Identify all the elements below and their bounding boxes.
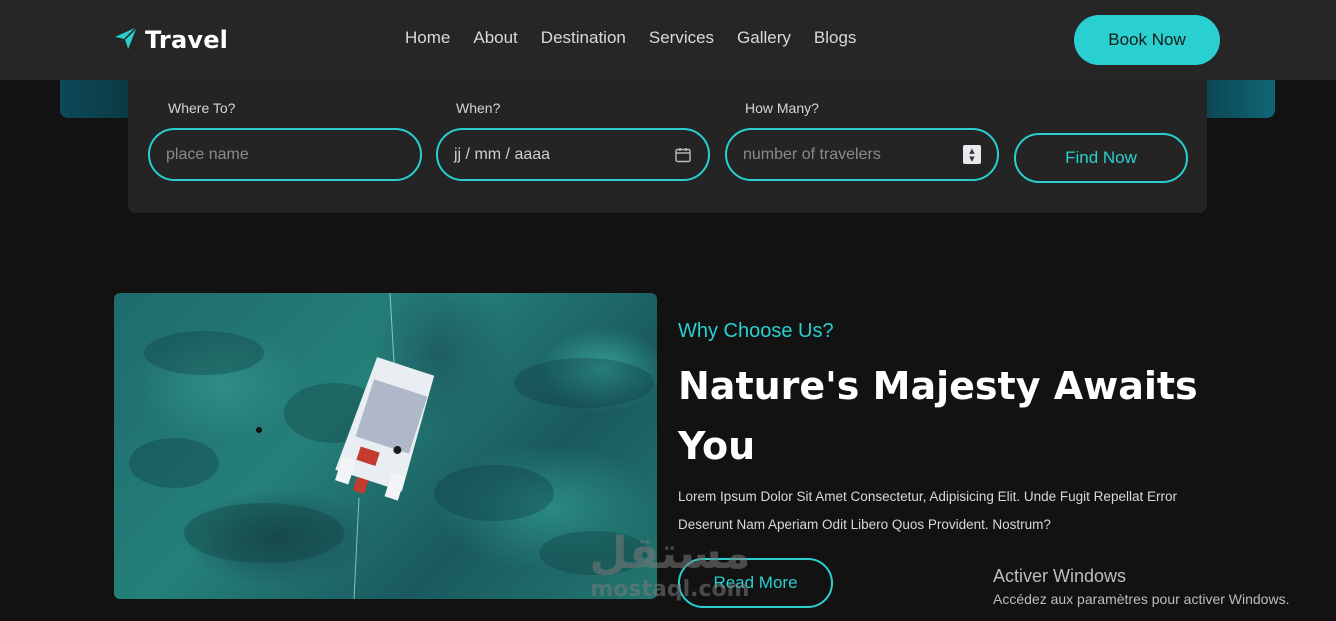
- nav-blogs[interactable]: Blogs: [814, 28, 857, 48]
- nav-home[interactable]: Home: [405, 28, 450, 48]
- when-field: When? jj / mm / aaaa: [436, 100, 710, 181]
- nav-destination[interactable]: Destination: [541, 28, 626, 48]
- nav-services[interactable]: Services: [649, 28, 714, 48]
- travelers-input[interactable]: number of travelers ▲ ▼: [725, 128, 999, 181]
- where-label: Where To?: [168, 100, 236, 116]
- section-body-text: Lorem Ipsum Dolor Sit Amet Consectetur, …: [678, 489, 1177, 532]
- nav-gallery[interactable]: Gallery: [737, 28, 791, 48]
- date-value: jj / mm / aaaa: [454, 145, 551, 163]
- travelers-placeholder: number of travelers: [743, 145, 881, 163]
- section-heading: Nature's Majesty Awaits You: [678, 364, 1198, 468]
- paper-plane-icon: [113, 25, 139, 55]
- calendar-icon[interactable]: [674, 146, 692, 164]
- number-spinner-icon[interactable]: ▲ ▼: [963, 145, 981, 164]
- boat-aerial-photo: [114, 293, 657, 599]
- book-now-button[interactable]: Book Now: [1074, 15, 1220, 65]
- nav-about[interactable]: About: [473, 28, 517, 48]
- section-subtitle: Why Choose Us?: [678, 320, 834, 342]
- activation-title: Activer Windows: [993, 566, 1127, 586]
- search-panel: Where To? place name When? jj / mm / aaa…: [128, 80, 1207, 213]
- where-placeholder: place name: [166, 145, 249, 163]
- when-label: When?: [456, 100, 501, 116]
- activation-subtitle: Accédez aux paramètres pour activer Wind…: [993, 591, 1290, 607]
- find-now-button[interactable]: Find Now: [1014, 133, 1188, 183]
- windows-activation-notice: Activer Windows Accédez aux paramètres p…: [993, 566, 1289, 607]
- where-input[interactable]: place name: [148, 128, 422, 181]
- where-field: Where To? place name: [148, 100, 422, 181]
- read-more-button[interactable]: Read More: [678, 558, 833, 608]
- how-many-field: How Many? number of travelers ▲ ▼: [725, 100, 999, 181]
- logo-text: Travel: [145, 26, 229, 54]
- main-nav: Home About Destination Services Gallery …: [405, 28, 856, 48]
- navbar: Travel Home About Destination Services G…: [0, 0, 1336, 80]
- date-input[interactable]: jj / mm / aaaa: [436, 128, 710, 181]
- how-many-label: How Many?: [745, 100, 819, 116]
- logo[interactable]: Travel: [113, 24, 228, 56]
